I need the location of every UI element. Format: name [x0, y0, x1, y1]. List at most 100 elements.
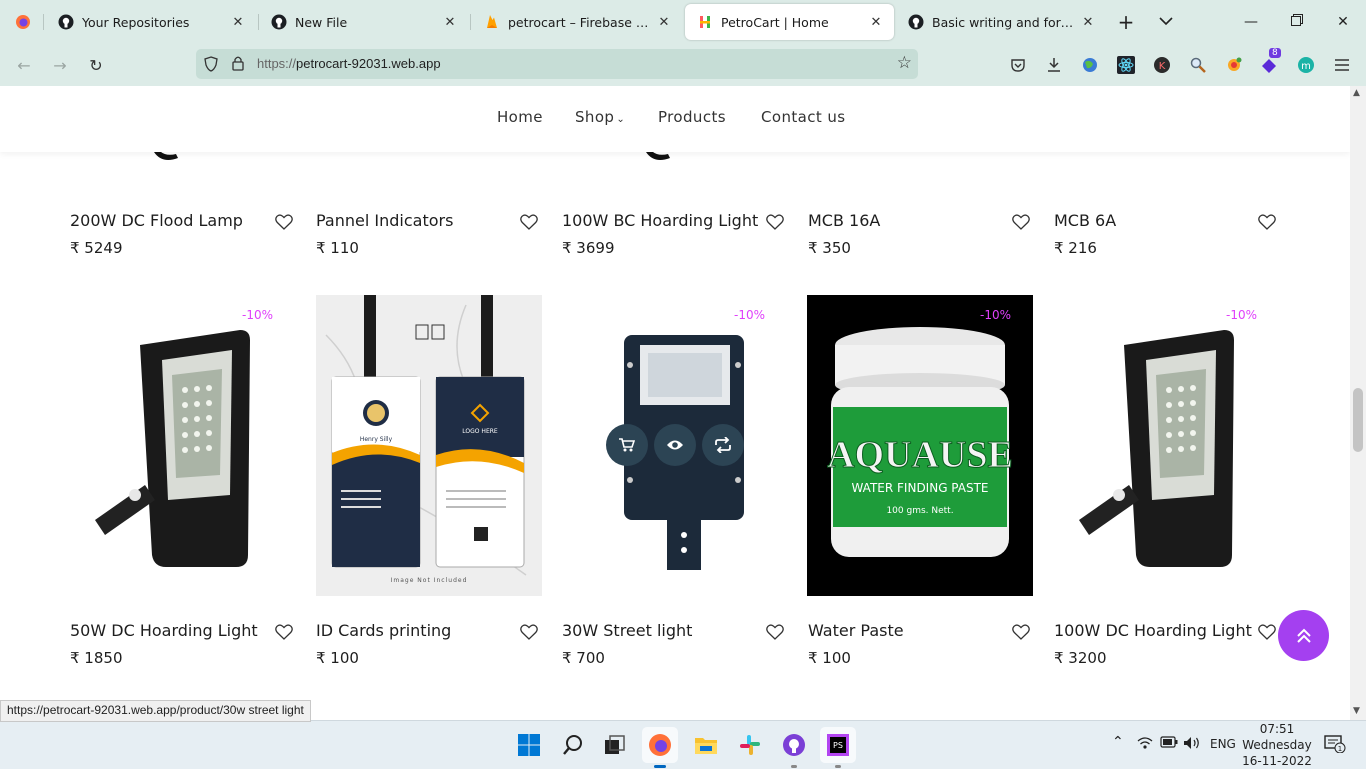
product-title[interactable]: 30W Street light	[562, 621, 692, 640]
taskbar-phpstorm[interactable]: PS	[820, 727, 856, 768]
show-hidden-icons-chevron-up-icon[interactable]: ⌃	[1112, 734, 1124, 750]
github-icon	[908, 14, 924, 30]
product-price: ₹ 5249	[70, 239, 123, 257]
page-scrollbar[interactable]: ▲ ▼	[1350, 86, 1366, 720]
back-button[interactable]: ←	[10, 52, 38, 78]
taskbar-firefox[interactable]	[642, 727, 678, 768]
close-tab-icon[interactable]: ✕	[1080, 15, 1096, 30]
wishlist-heart-icon[interactable]	[275, 624, 293, 640]
wifi-icon[interactable]	[1137, 736, 1153, 753]
k-extension-icon[interactable]: K	[1151, 54, 1173, 76]
system-clock[interactable]: 07:51 Wednesday 16-11-2022	[1238, 721, 1316, 769]
wishlist-heart-icon[interactable]	[275, 214, 293, 230]
scroll-to-top-button[interactable]	[1278, 610, 1329, 661]
notification-center-icon[interactable]: 1	[1324, 735, 1346, 756]
nav-shop[interactable]: Shop ⌄	[575, 108, 625, 126]
product-title[interactable]: 100W DC Hoarding Light	[1054, 621, 1252, 640]
product-title[interactable]: ID Cards printing	[316, 621, 451, 640]
tab-petrocart-home[interactable]: PetroCart | Home ✕	[685, 4, 894, 40]
page-content: Home Shop ⌄ Products Contact us 200W DC F…	[0, 86, 1350, 720]
github-desktop-icon	[783, 734, 805, 756]
svg-text:1: 1	[1338, 745, 1342, 753]
firebase-icon	[484, 14, 500, 30]
close-window-button[interactable]: ✕	[1320, 0, 1366, 44]
wishlist-heart-icon[interactable]	[1012, 624, 1030, 640]
product-title[interactable]: 100W BC Hoarding Light	[562, 211, 758, 230]
close-tab-icon[interactable]: ✕	[230, 15, 246, 30]
download-icon[interactable]	[1043, 54, 1065, 76]
battery-icon[interactable]	[1160, 736, 1178, 751]
product-image[interactable]: AQUAUSE WATER FINDING PASTE 100 gms. Net…	[807, 295, 1033, 596]
restore-window-button[interactable]	[1274, 0, 1320, 44]
wishlist-heart-icon[interactable]	[766, 214, 784, 230]
tab-firebase-console[interactable]: petrocart – Firebase console ✕	[472, 4, 682, 40]
wishlist-heart-icon[interactable]	[1258, 214, 1276, 230]
product-title[interactable]: Pannel Indicators	[316, 211, 453, 230]
volume-icon[interactable]	[1183, 736, 1201, 753]
product-title[interactable]: Water Paste	[808, 621, 904, 640]
product-image[interactable]	[1054, 295, 1280, 596]
clock-date: 16-11-2022	[1242, 754, 1312, 768]
close-tab-icon[interactable]: ✕	[442, 15, 458, 30]
product-image[interactable]	[70, 295, 296, 596]
product-title[interactable]: 200W DC Flood Lamp	[70, 211, 243, 230]
nav-products[interactable]: Products	[658, 108, 726, 126]
colorful-extension-icon[interactable]	[1223, 54, 1245, 76]
bookmark-star-icon[interactable]: ☆	[897, 53, 912, 73]
product-price: ₹ 110	[316, 239, 359, 257]
product-title[interactable]: MCB 16A	[808, 211, 880, 230]
tab-label: New File	[295, 14, 348, 30]
petrocart-favicon-icon	[697, 14, 713, 30]
react-devtools-icon[interactable]	[1115, 54, 1137, 76]
url-bar[interactable]: https://petrocart-92031.web.app ☆	[196, 49, 918, 79]
add-to-cart-button[interactable]	[606, 424, 648, 466]
list-all-tabs-button[interactable]	[1146, 0, 1186, 44]
svg-text:K: K	[1159, 61, 1166, 72]
shield-icon[interactable]	[204, 56, 218, 76]
input-language[interactable]: ENG	[1210, 737, 1236, 751]
nav-contact-us[interactable]: Contact us	[761, 108, 845, 126]
new-tab-button[interactable]: +	[1106, 0, 1146, 44]
compare-button[interactable]	[702, 424, 744, 466]
product-title[interactable]: MCB 6A	[1054, 211, 1116, 230]
m-extension-icon[interactable]: m	[1295, 54, 1317, 76]
id-card-logo-text: LOGO HERE	[462, 428, 498, 435]
discount-badge: -10%	[1226, 308, 1258, 322]
wishlist-heart-icon[interactable]	[766, 624, 784, 640]
badged-extension-icon[interactable]: 8	[1259, 48, 1281, 76]
close-tab-icon[interactable]: ✕	[656, 15, 672, 30]
search-button[interactable]	[555, 727, 591, 763]
taskbar-github-desktop[interactable]	[776, 727, 812, 768]
product-image[interactable]: LOGO HERE Henry Silly Image Not Included	[316, 295, 542, 596]
pocket-icon[interactable]	[1007, 54, 1029, 76]
forward-button[interactable]: →	[46, 52, 74, 78]
magnifier-extension-icon[interactable]	[1187, 54, 1209, 76]
product-title[interactable]: 50W DC Hoarding Light	[70, 621, 258, 640]
wishlist-heart-icon[interactable]	[520, 624, 538, 640]
arrow-left-icon: ←	[17, 55, 31, 75]
tab-basic-writing[interactable]: Basic writing and formatting ✕	[896, 4, 1106, 40]
reload-button[interactable]: ↻	[82, 52, 110, 78]
url-text[interactable]: https://petrocart-92031.web.app	[257, 56, 441, 71]
firefox-menu-button[interactable]	[4, 4, 42, 40]
wishlist-heart-icon[interactable]	[520, 214, 538, 230]
globe-extension-icon[interactable]	[1079, 54, 1101, 76]
minimize-window-button[interactable]: —	[1228, 0, 1274, 44]
nav-home[interactable]: Home	[497, 108, 543, 126]
close-tab-icon[interactable]: ✕	[868, 15, 884, 30]
taskbar-slack[interactable]	[732, 727, 768, 763]
wishlist-heart-icon[interactable]	[1258, 624, 1276, 640]
tab-new-file[interactable]: New File ✕	[259, 4, 468, 40]
scroll-down-arrow-icon[interactable]: ▼	[1353, 706, 1360, 716]
taskbar-file-explorer[interactable]	[688, 727, 724, 763]
tab-your-repositories[interactable]: Your Repositories ✕	[46, 4, 256, 40]
scrollbar-thumb[interactable]	[1353, 388, 1363, 452]
phpstorm-icon: PS	[827, 734, 849, 756]
hamburger-menu-icon[interactable]	[1331, 54, 1353, 76]
quick-view-button[interactable]	[654, 424, 696, 466]
task-view-button[interactable]	[597, 727, 633, 763]
start-button[interactable]	[511, 727, 547, 763]
lock-icon[interactable]	[232, 55, 244, 75]
wishlist-heart-icon[interactable]	[1012, 214, 1030, 230]
scroll-up-arrow-icon[interactable]: ▲	[1353, 88, 1360, 98]
